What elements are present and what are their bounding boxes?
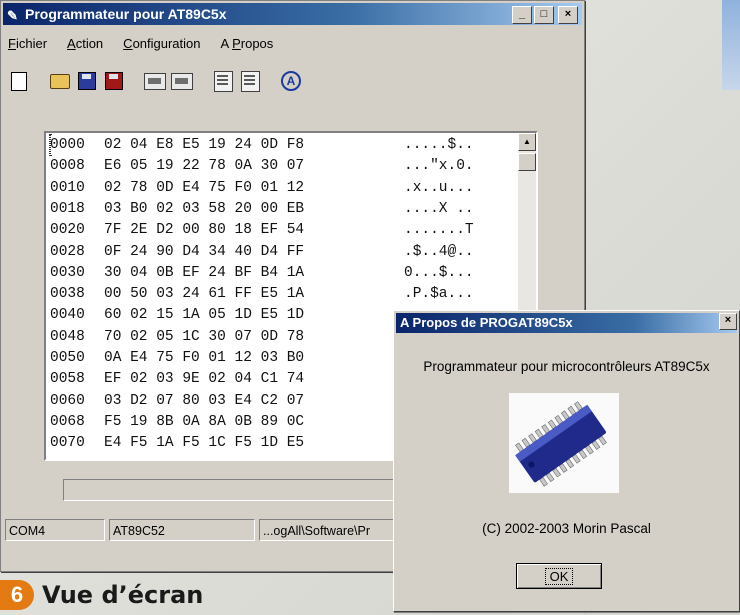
about-dialog: A Propos de PROGAT89C5x × Programmateur … <box>393 310 740 612</box>
menu-item-prefix: A <box>220 36 233 51</box>
status-device: AT89C52 <box>109 519 255 541</box>
hex-bytes: 03 D2 07 80 03 E4 C2 07 <box>104 392 305 409</box>
save-icon[interactable] <box>75 69 99 93</box>
maximize-button[interactable]: □ <box>534 6 554 24</box>
about-message: Programmateur pour microcontrôleurs AT89… <box>423 359 710 374</box>
about-dialog-titlebar[interactable]: A Propos de PROGAT89C5x <box>396 313 737 333</box>
menu-item-accelerator: P <box>232 36 241 51</box>
hex-bytes: 03 B0 02 03 58 20 00 EB <box>104 200 305 217</box>
hex-addr: 0048 <box>50 328 85 345</box>
hex-bytes: 7F 2E D2 00 80 18 EF 54 <box>104 222 305 239</box>
read-chip-icon[interactable] <box>143 69 167 93</box>
hex-bytes: F5 19 8B 0A 8A 0B 89 0C <box>104 413 305 430</box>
menu-item-suffix: ction <box>75 36 104 51</box>
close-button[interactable]: × <box>558 6 578 24</box>
menu-bar: Fichier Action Configuration A Propos <box>5 34 276 56</box>
menu-item-0[interactable]: Fichier <box>5 34 50 56</box>
minimize-button[interactable]: _ <box>512 6 532 24</box>
hex-ascii: ....X .. <box>404 200 474 217</box>
menu-item-accelerator: F <box>8 36 16 51</box>
hex-addr: 0030 <box>50 264 85 281</box>
menu-item-accelerator: C <box>123 36 133 51</box>
write-chip-icon[interactable] <box>170 69 194 93</box>
hex-addr: 0000 <box>50 137 85 153</box>
open-folder-icon[interactable] <box>48 69 72 93</box>
hex-addr: 0070 <box>50 435 85 452</box>
menu-item-suffix: onfiguration <box>132 36 201 51</box>
ok-button-label: OK <box>544 568 574 585</box>
menu-item-1[interactable]: Action <box>64 34 106 56</box>
about-copyright: (C) 2002-2003 Morin Pascal <box>482 521 651 536</box>
about-icon[interactable]: A <box>279 69 303 93</box>
scroll-thumb[interactable] <box>518 153 536 171</box>
hex-ascii: .....$.. <box>404 137 474 153</box>
hex-addr: 0010 <box>50 179 85 196</box>
hex-addr: 0028 <box>50 243 85 260</box>
microcontroller-chip-icon <box>509 393 619 493</box>
caption-badge: 6 <box>0 579 34 610</box>
hex-addr: 0038 <box>50 286 85 303</box>
toolbar: A <box>7 65 306 97</box>
hex-addr: 0060 <box>50 392 85 409</box>
hex-ascii: ..."x.0. <box>404 158 474 175</box>
hex-ascii: .......T <box>404 222 474 239</box>
hex-bytes: 0F 24 90 D4 34 40 D4 FF <box>104 243 305 260</box>
hex-addr: 0020 <box>50 222 85 239</box>
about-close-button[interactable]: × <box>719 313 737 330</box>
hex-bytes: 30 04 0B EF 24 BF B4 1A <box>104 264 305 281</box>
hex-bytes: 02 04 E8 E5 19 24 0D F8 <box>104 137 305 153</box>
hex-addr: 0018 <box>50 200 85 217</box>
status-port: COM4 <box>5 519 105 541</box>
menu-item-2[interactable]: Configuration <box>120 34 203 56</box>
hex-bytes: E4 F5 1A F5 1C F5 1D E5 <box>104 435 305 452</box>
page-accent-band <box>722 0 740 90</box>
main-titlebar[interactable]: ✎ Programmateur pour AT89C5x _ □ × <box>3 3 582 25</box>
hex-addr: 0058 <box>50 371 85 388</box>
hex-ascii: .x..u... <box>404 179 474 196</box>
about-dialog-title: A Propos de PROGAT89C5x <box>400 315 573 330</box>
menu-item-accelerator: A <box>67 36 76 51</box>
view-doc-icon[interactable] <box>211 69 235 93</box>
hex-ascii: .P.$a... <box>404 286 474 303</box>
hex-addr: 0068 <box>50 413 85 430</box>
hex-ascii: .$..4@.. <box>404 243 474 260</box>
ok-button[interactable]: OK <box>516 563 602 589</box>
new-file-icon[interactable] <box>7 69 31 93</box>
hex-bytes: 02 78 0D E4 75 F0 01 12 <box>104 179 305 196</box>
hex-addr: 0008 <box>50 158 85 175</box>
scroll-up-arrow-icon[interactable]: ▲ <box>518 133 536 151</box>
hex-addr: 0040 <box>50 307 85 324</box>
hex-ascii: 0...$... <box>404 264 474 281</box>
save-as-icon[interactable] <box>102 69 126 93</box>
menu-item-3[interactable]: A Propos <box>218 34 277 56</box>
menu-item-suffix: ichier <box>15 36 48 51</box>
hex-bytes: 0A E4 75 F0 01 12 03 B0 <box>104 350 305 366</box>
hex-bytes: 70 02 05 1C 30 07 0D 78 <box>104 328 305 345</box>
config-doc-icon[interactable] <box>238 69 262 93</box>
pen-icon: ✎ <box>7 8 18 23</box>
caption-text: Vue d’écran <box>42 580 204 609</box>
magazine-caption: 6 Vue d’écran <box>0 574 203 615</box>
window-title: Programmateur pour AT89C5x <box>25 6 227 22</box>
hex-bytes: EF 02 03 9E 02 04 C1 74 <box>104 371 305 388</box>
hex-bytes: E6 05 19 22 78 0A 30 07 <box>104 158 305 175</box>
window-controls: _ □ × <box>512 6 578 24</box>
menu-item-suffix: ropos <box>240 36 274 51</box>
hex-bytes: 60 02 15 1A 05 1D E5 1D <box>104 307 305 324</box>
hex-bytes: 00 50 03 24 61 FF E5 1A <box>104 286 305 303</box>
hex-addr: 0050 <box>50 350 85 366</box>
